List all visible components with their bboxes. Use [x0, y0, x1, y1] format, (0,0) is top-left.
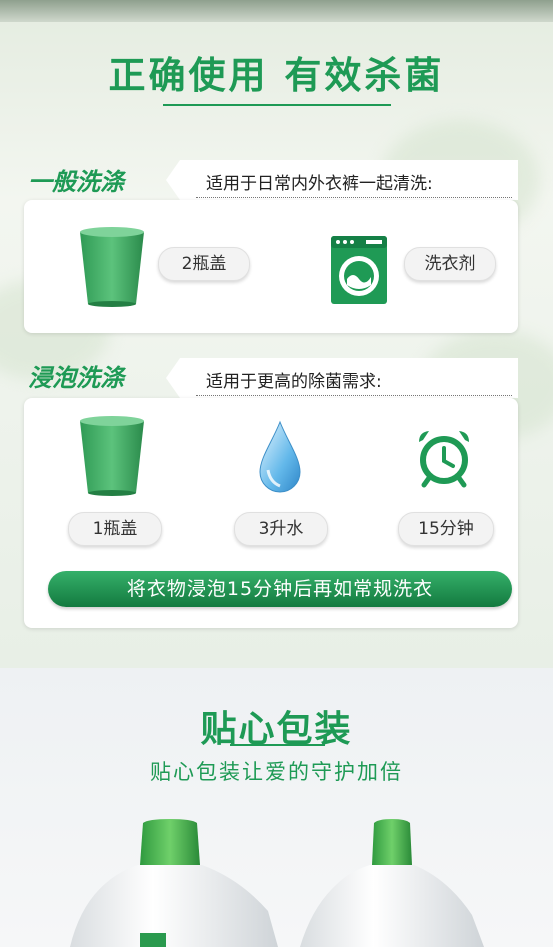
soak-wash-description-tab: 适用于更高的除菌需求:	[166, 358, 518, 398]
bottle-right	[300, 819, 484, 947]
soak-instruction-banner: 将衣物浸泡15分钟后再如常规洗衣	[48, 571, 512, 607]
water-drop-icon	[259, 420, 301, 493]
water-amount-pill: 3升水	[234, 512, 328, 546]
dotted-divider	[196, 395, 512, 396]
general-wash-description-tab: 适用于日常内外衣裤一起清洗:	[166, 160, 518, 200]
measuring-cup-icon	[80, 227, 144, 307]
washing-machine-icon	[331, 236, 387, 304]
bottle-left	[70, 819, 278, 947]
title-underline	[163, 104, 391, 106]
alarm-clock-icon	[419, 431, 469, 488]
general-wash-label: 一般洗涤	[28, 168, 124, 196]
dotted-divider	[196, 197, 512, 198]
detergent-bottles-image	[70, 819, 484, 947]
cap-amount-pill: 2瓶盖	[158, 247, 250, 281]
general-wash-description: 适用于日常内外衣裤一起清洗:	[206, 174, 433, 194]
top-product-strip	[0, 0, 553, 22]
cap-amount-pill: 1瓶盖	[68, 512, 162, 546]
detergent-pill: 洗衣剂	[404, 247, 496, 281]
title-underline	[230, 744, 325, 746]
packaging-subtitle: 贴心包装让爱的守护加倍	[150, 760, 403, 784]
soak-wash-label: 浸泡洗涤	[28, 364, 124, 392]
measuring-cup-icon	[80, 416, 144, 496]
time-amount-pill: 15分钟	[398, 512, 494, 546]
usage-title: 正确使用 有效杀菌	[108, 54, 445, 97]
soak-wash-description: 适用于更高的除菌需求:	[206, 372, 382, 392]
